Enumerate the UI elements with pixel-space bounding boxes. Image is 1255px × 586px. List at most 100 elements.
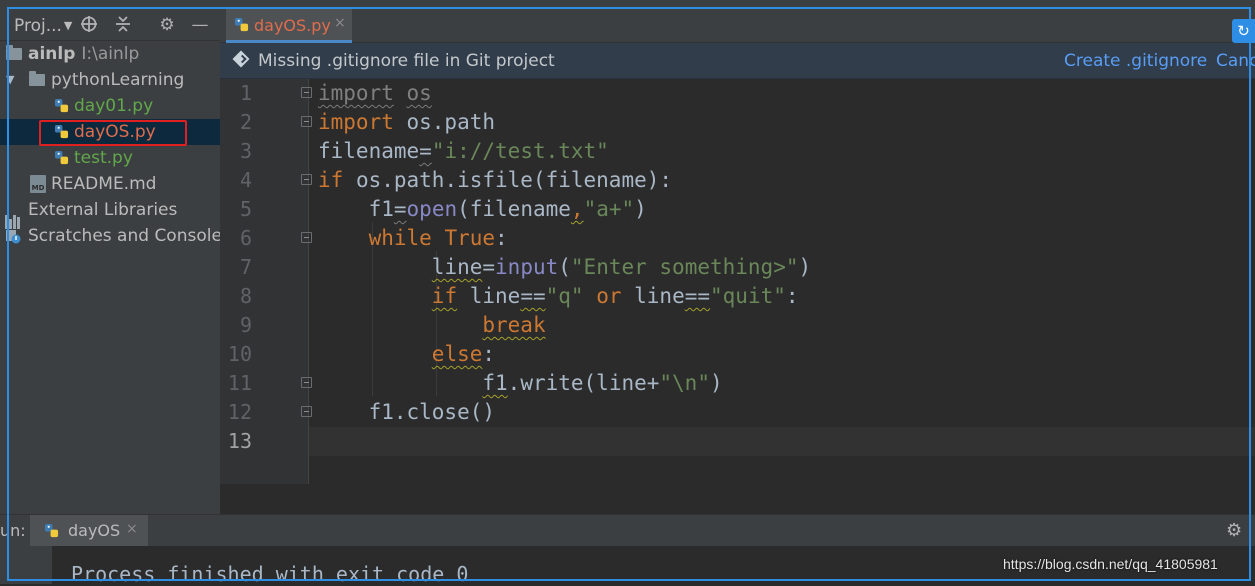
tab-close-icon[interactable]: × [334, 15, 346, 31]
fold-marker-icon[interactable] [301, 174, 312, 185]
folder-icon [6, 45, 22, 60]
code-line-9: break [318, 311, 1248, 340]
banner-message: Missing .gitignore file in Git project [258, 51, 555, 71]
tree-item-readme[interactable]: MD README.md [0, 171, 220, 197]
keyword-token: if [431, 284, 458, 308]
gear-icon[interactable]: ⚙ [1226, 520, 1242, 541]
python-run-icon [44, 523, 59, 538]
line-number: 12 [227, 400, 252, 424]
run-label: un: [0, 521, 26, 540]
minimize-icon[interactable]: — [190, 15, 210, 35]
console-gutter [0, 546, 52, 584]
line-number: 3 [239, 139, 252, 163]
code-token: : [785, 284, 799, 308]
locate-target-icon[interactable] [79, 15, 99, 35]
keyword-token: break [482, 313, 546, 337]
code-line-12: f1.close() [318, 398, 1248, 427]
line-number: 9 [239, 313, 252, 337]
variable-token: f1 [482, 371, 508, 395]
fold-marker-icon[interactable] [301, 406, 312, 417]
python-file-icon [54, 150, 69, 165]
run-tab-label: dayOS [68, 521, 121, 540]
project-panel: Proj... ▼ ⚙ — ainlp I:\ainlp ▼ pythonLearn… [0, 7, 231, 514]
fold-marker-icon[interactable] [301, 87, 312, 98]
current-line-highlight [309, 427, 1255, 456]
scratch-icon [6, 230, 21, 244]
string-token: "q" [545, 284, 584, 308]
string-token: "Enter something>" [570, 255, 799, 279]
tree-item-scratches[interactable]: Scratches and Consoles [0, 223, 231, 249]
string-token: "quit" [710, 284, 786, 308]
dropdown-caret-icon: ▼ [63, 19, 73, 32]
gear-icon[interactable]: ⚙ [157, 15, 177, 35]
tree-item-pythonlearning[interactable]: ▼ pythonLearning [0, 67, 220, 93]
run-tab-dayos[interactable]: dayOS × [30, 515, 148, 547]
string-token: "i://test.txt" [431, 139, 609, 163]
keyword-token: else [431, 342, 483, 366]
variable-token: line [469, 284, 521, 308]
string-token: "a+" [583, 197, 635, 221]
code-line-3: filename="i://test.txt" [318, 137, 1248, 166]
code-line-10: else: [318, 340, 1248, 369]
expand-arrow-icon[interactable]: ▼ [6, 67, 14, 93]
tree-item-ainlp[interactable]: ainlp I:\ainlp [0, 41, 220, 67]
tree-item-label: test.py [74, 148, 133, 168]
selection-highlight-box [39, 120, 187, 146]
variable-token: line [634, 284, 685, 308]
tree-item-day01[interactable]: day01.py [0, 93, 220, 119]
code-token: ) [634, 197, 647, 221]
keyword-token: while [368, 226, 432, 250]
line-number: 6 [239, 226, 252, 250]
tree-item-test[interactable]: test.py [0, 145, 220, 171]
tree-item-external-libraries[interactable]: External Libraries [0, 197, 220, 229]
code-token: .write(line+ [507, 371, 660, 395]
python-file-icon [54, 98, 69, 113]
variable-token: filename [318, 139, 420, 163]
builtin-token: open [406, 197, 458, 221]
watermark-text: https://blog.csdn.net/qq_41805981 [1003, 556, 1218, 572]
line-number: 10 [227, 342, 252, 366]
cancel-link[interactable]: Canc [1216, 51, 1255, 71]
operator-token: == [684, 284, 711, 308]
tree-item-label: day01.py [74, 96, 154, 116]
collapse-all-icon[interactable] [113, 15, 133, 35]
run-tab-close-icon[interactable]: × [126, 521, 138, 537]
keyword-token: True [431, 226, 496, 250]
console-output: Process finished with exit code 0 [71, 562, 469, 586]
keyword-token: if [318, 168, 344, 192]
operator-token: = [482, 255, 496, 279]
line-number: 2 [239, 110, 252, 134]
variable-token: f1 [368, 197, 394, 221]
create-gitignore-link[interactable]: Create .gitignore [1064, 51, 1207, 71]
keyword-token: import [318, 81, 394, 105]
tree-item-path: I:\ainlp [81, 44, 140, 64]
keyword-token: or [583, 284, 635, 308]
operator-token: = [419, 139, 432, 163]
operator-token: , [570, 197, 584, 221]
tab-label: dayOS.py [254, 16, 331, 35]
tree-item-label: ainlp [28, 44, 76, 64]
code-line-11: f1.write(line+"\n") [318, 369, 1248, 398]
locate-target-svg [81, 16, 97, 32]
fold-marker-icon[interactable] [301, 116, 312, 127]
tab-dayos[interactable]: dayOS.py × [226, 7, 352, 43]
sync-icon[interactable]: ↻ [1232, 19, 1255, 43]
fold-marker-icon[interactable] [301, 377, 312, 388]
code-line-1: import os [318, 79, 1248, 108]
fold-marker-icon[interactable] [301, 232, 312, 243]
folder-icon [29, 71, 45, 86]
project-view-selector[interactable]: Proj... ▼ [14, 16, 72, 36]
project-title: Proj... [14, 16, 62, 36]
line-number: 5 [239, 197, 252, 221]
tree-item-ainlp-text: ainlp I:\ainlp [28, 41, 139, 67]
gitignore-diamond-icon [232, 50, 250, 68]
code-token: ( [558, 255, 571, 279]
gitignore-banner: Missing .gitignore file in Git project C… [220, 43, 1255, 79]
line-number: 8 [239, 284, 252, 308]
code-token: f1.close() [368, 400, 496, 424]
operator-token: == [520, 284, 546, 308]
builtin-token: input [495, 255, 559, 279]
code-editor[interactable]: 1 2 3 4 5 6 7 8 9 10 11 12 13 import os … [220, 79, 1255, 484]
string-token: "\n" [659, 371, 710, 395]
run-tool-bar: un: dayOS × ⚙ [0, 514, 1255, 547]
